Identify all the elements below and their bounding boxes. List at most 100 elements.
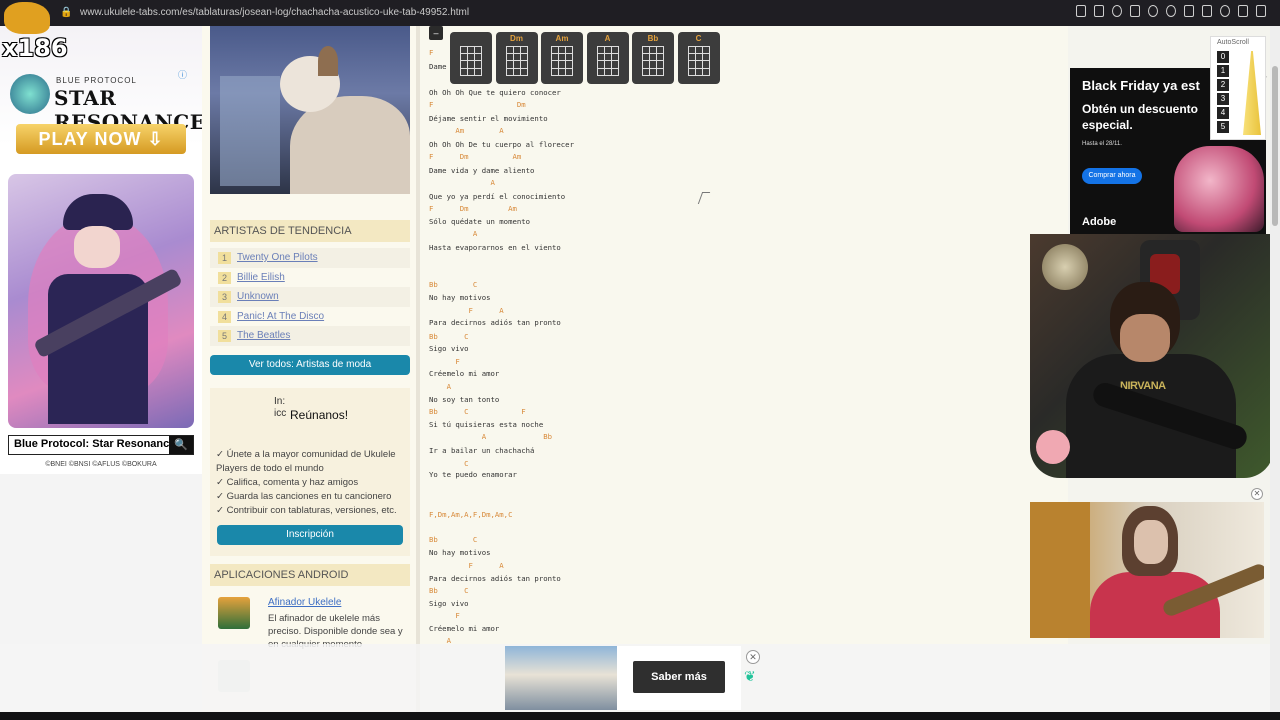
chord-fretboard: [460, 46, 482, 76]
lyric-line: Oh Oh Oh De tu cuerpo al florecer: [429, 140, 574, 149]
autoscroll-speed-list: 0 1 2 3 4 5: [1217, 51, 1229, 135]
app-title-link[interactable]: Afinador Ukelele: [268, 597, 341, 608]
lyric-line: Que yo ya perdí el conocimiento: [429, 192, 566, 201]
browser-toolbar: 🔒 www.ukulele-tabs.com/es/tablaturas/jose…: [0, 0, 1280, 26]
chord-name: Bb: [647, 34, 659, 43]
lyric-line: Yo te puedo enamorar: [429, 470, 517, 479]
chord-diagram[interactable]: A: [586, 32, 629, 84]
chord-line: F A: [429, 306, 504, 315]
trending-artist-list: 1 Twenty One Pilots 2 Billie Eilish 3 Un…: [210, 248, 410, 346]
benefit-item: ✓ Califica, comenta y haz amigos: [216, 477, 359, 488]
autoscroll-slider[interactable]: [1243, 51, 1261, 135]
bf-ad-subtitle: Obtén un descuento especial.: [1082, 102, 1199, 132]
artist-link[interactable]: Panic! At The Disco: [237, 311, 324, 322]
artist-rank: 5: [218, 330, 231, 342]
play-now-button[interactable]: PLAY NOW ⇩: [16, 124, 186, 154]
lyric-line: Oh Oh Oh Que te quiero conocer: [429, 88, 561, 97]
toolbar-icons: [1076, 5, 1266, 21]
chord-line: Am A: [429, 126, 504, 135]
artist-link[interactable]: Billie Eilish: [237, 272, 285, 283]
art-hat: [63, 194, 133, 230]
ad-brand-small: BLUE PROTOCOL: [56, 76, 137, 85]
chord-name: Am: [555, 34, 569, 43]
lyric-line: Hasta evaporarnos en el viento: [429, 243, 561, 252]
chord-diagram[interactable]: [450, 32, 492, 84]
chord-diagram[interactable]: Bb: [632, 32, 674, 84]
list-item[interactable]: 2 Billie Eilish: [210, 268, 410, 288]
autoscroll-speed-1[interactable]: 1: [1217, 65, 1229, 77]
chord-line: A: [429, 382, 451, 391]
list-item[interactable]: 1 Twenty One Pilots: [210, 248, 410, 268]
ad-search-text: Blue Protocol: Star Resonance: [14, 438, 176, 450]
bookmark-icon[interactable]: [1076, 5, 1086, 17]
chord-line: Bb C: [429, 535, 478, 544]
shield-icon[interactable]: [1112, 5, 1122, 17]
chord-diagram[interactable]: Dm: [495, 32, 538, 84]
heart-icon[interactable]: [1166, 5, 1176, 17]
android-apps-header: APLICACIONES ANDROID: [210, 564, 410, 586]
play-icon[interactable]: [1148, 5, 1158, 17]
address-bar[interactable]: 🔒 www.ukulele-tabs.com/es/tablaturas/jose…: [60, 4, 1100, 22]
badge-counter: x186: [2, 34, 68, 62]
autoscroll-speed-2[interactable]: 2: [1217, 79, 1229, 91]
tab-content: – F Dame Oh Oh Oh Que te quiero conocer F D…: [420, 26, 1068, 712]
puzzle-icon[interactable]: [1202, 5, 1212, 17]
list-item[interactable]: 3 Unknown: [210, 287, 410, 307]
autoscroll-speed-5[interactable]: 5: [1217, 121, 1229, 133]
benefit-item: ✓ Guarda las canciones en tu cancionero: [216, 491, 392, 502]
collapse-chords-button[interactable]: –: [429, 26, 443, 40]
chord-diagram[interactable]: Am: [541, 32, 583, 84]
left-game-ad[interactable]: BLUE PROTOCOL STAR RESONANCE ⓘ PLAY NOW …: [0, 26, 205, 474]
lyric-line: Si tú quisieras esta noche: [429, 420, 544, 429]
page-scrollbar[interactable]: [1270, 26, 1280, 714]
cam-person-face: [1120, 314, 1170, 362]
artist-link[interactable]: The Beatles: [237, 330, 290, 341]
lyric-line: Déjame sentir el movimiento: [429, 114, 548, 123]
community-benefits: ✓ Únete a la mayor comunidad de Ukulele …: [216, 448, 406, 518]
cam-person-face: [1134, 520, 1168, 564]
tuner-app-icon[interactable]: [218, 597, 250, 629]
benefit-item: ✓ Contribuir con tablaturas, versiones, …: [216, 505, 397, 516]
chord-diagram[interactable]: C: [677, 32, 720, 84]
chord-fretboard: [687, 46, 710, 76]
artist-link[interactable]: Unknown: [237, 291, 279, 302]
autoscroll-speed-4[interactable]: 4: [1217, 107, 1229, 119]
game-emblem-icon: [10, 74, 50, 114]
buy-now-button[interactable]: Comprar ahora: [1082, 168, 1142, 184]
artist-link[interactable]: Twenty One Pilots: [237, 252, 318, 263]
chord-line: C: [429, 459, 469, 468]
list-item[interactable]: 5 The Beatles: [210, 326, 410, 346]
learn-more-button[interactable]: Saber más: [633, 661, 725, 693]
chord-line: F: [429, 611, 460, 620]
lyric-line: Para decirnos adiós tan pronto: [429, 318, 561, 327]
autoscroll-speed-0[interactable]: 0: [1217, 51, 1229, 63]
ad-info-icon[interactable]: ⓘ: [178, 68, 187, 81]
ad-character-art: [8, 174, 194, 428]
search-icon[interactable]: 🔍: [169, 436, 193, 454]
chord-line: Bb C: [429, 332, 469, 341]
download-icon[interactable]: [1238, 5, 1248, 17]
scrollbar-thumb[interactable]: [1272, 66, 1278, 226]
ad-search-box[interactable]: Blue Protocol: Star Resonance 🔍: [8, 435, 194, 455]
reader-icon[interactable]: [1094, 5, 1104, 17]
see-all-artists-button[interactable]: Ver todos: Artistas de moda: [210, 355, 410, 375]
screenshot-icon[interactable]: [1130, 5, 1140, 17]
chord-fretboard: [505, 46, 528, 76]
lyric-line: No hay motivos: [429, 293, 491, 302]
extensions-icon[interactable]: [1184, 5, 1194, 17]
bottom-ad-image[interactable]: [505, 646, 617, 710]
chord-line: F: [429, 357, 460, 366]
lyric-line: No soy tan tonto: [429, 395, 500, 404]
account-icon[interactable]: [1220, 5, 1230, 17]
close-icon[interactable]: ✕: [1251, 488, 1263, 500]
autoscroll-speed-3[interactable]: 3: [1217, 93, 1229, 105]
menu-icon[interactable]: [1256, 5, 1266, 17]
chord-name: C: [695, 34, 702, 43]
lyric-line: Créemelo mi amor: [429, 624, 500, 633]
list-item[interactable]: 4 Panic! At The Disco: [210, 307, 410, 327]
close-icon[interactable]: ✕: [746, 650, 760, 664]
cam-curtain: [1030, 502, 1090, 638]
signup-button[interactable]: Inscripción: [217, 525, 403, 545]
bird-icon: [4, 2, 50, 34]
chord-fretboard: [596, 46, 619, 76]
